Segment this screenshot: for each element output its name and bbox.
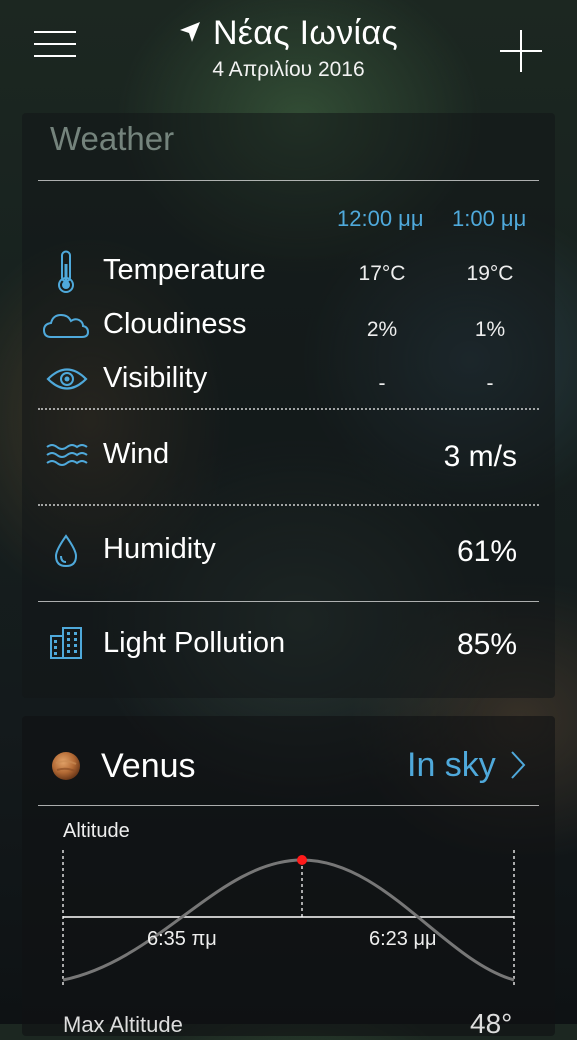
visibility-value-2: - [486,372,494,395]
altitude-chart [62,850,515,985]
location-name: Νέας Ιωνίας [212,14,399,52]
visibility-label: Visibility [103,362,208,394]
divider [38,805,539,806]
wind-icon [46,444,88,466]
wind-value: 3 m/s [443,440,517,473]
water-drop-icon [54,534,78,568]
humidity-value: 61% [456,535,517,568]
location-title[interactable]: Νέας Ιωνίας [0,14,577,53]
humidity-label: Humidity [103,533,216,565]
max-altitude-value: 48° [470,1008,513,1039]
set-time: 6:23 μμ [369,928,437,950]
buildings-icon [50,627,82,659]
eye-icon [46,368,88,390]
light-pollution-label: Light Pollution [103,627,286,659]
cloud-icon [42,313,90,338]
visibility-value-1: - [378,372,386,395]
peak-point [297,855,307,865]
divider [38,180,539,181]
planet-name: Venus [101,747,196,785]
venus-planet-icon [52,752,80,780]
forecast-time-1: 12:00 μμ [337,206,424,231]
divider [38,601,539,602]
temperature-value-2: 19°C [466,262,514,285]
planet-status-link[interactable]: In sky [407,746,527,785]
planet-status-label: In sky [407,746,496,784]
light-pollution-value: 85% [456,628,517,661]
cloudiness-value-1: 2% [366,318,398,341]
add-location-button[interactable] [500,30,542,72]
wind-label: Wind [103,438,170,470]
forecast-time-2: 1:00 μμ [452,206,527,231]
altitude-curve [62,858,515,982]
chevron-right-icon [511,751,526,779]
max-altitude-label: Max Altitude [63,1012,183,1037]
temperature-label: Temperature [103,254,266,286]
divider [38,408,539,410]
weather-card [22,113,555,698]
rise-time: 6:35 πμ [147,928,217,950]
location-arrow-icon [179,22,200,43]
divider [38,504,539,506]
temperature-value-1: 17°C [358,262,406,285]
cloudiness-label: Cloudiness [103,308,247,340]
thermometer-icon [58,250,74,293]
current-date: 4 Απριλίου 2016 [212,58,365,81]
weather-card-title: Weather [50,120,175,157]
cloudiness-value-2: 1% [474,318,506,341]
